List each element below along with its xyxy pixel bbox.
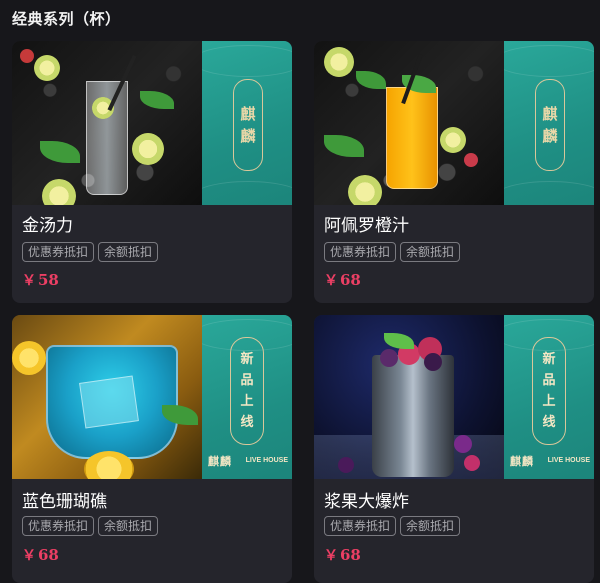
tag-coupon: 优惠券抵扣 xyxy=(22,242,95,262)
product-card-gin-tonic[interactable]: 麒 麟 金汤力 优惠券抵扣 余额抵扣 ￥ 58 xyxy=(12,41,292,303)
product-price: ￥ 68 xyxy=(324,546,361,564)
brand-panel: 麒 麟 xyxy=(202,41,292,205)
product-price: ￥ 68 xyxy=(22,546,59,564)
product-tags: 优惠券抵扣 余额抵扣 xyxy=(324,242,461,262)
brand-logo: 麒 麟 xyxy=(233,79,263,171)
product-name: 金汤力 xyxy=(22,216,73,236)
product-photo xyxy=(12,315,202,479)
brand-panel: 新 品 上 线 麒麟 LIVE HOUSE xyxy=(504,315,594,479)
new-arrival-badge: 新 品 上 线 xyxy=(230,337,264,445)
brand-logo: 麒麟 LIVE HOUSE xyxy=(208,455,288,468)
product-price: ￥ 58 xyxy=(22,271,59,289)
tag-balance: 余额抵扣 xyxy=(400,242,461,262)
product-name: 浆果大爆炸 xyxy=(324,492,409,512)
brand-panel: 新 品 上 线 麒麟 LIVE HOUSE xyxy=(202,315,292,479)
product-card-blue-reef[interactable]: 新 品 上 线 麒麟 LIVE HOUSE 蓝色珊瑚礁 优惠券抵扣 余额抵扣 ￥… xyxy=(12,315,292,583)
tag-balance: 余额抵扣 xyxy=(400,516,461,536)
product-name: 蓝色珊瑚礁 xyxy=(22,492,107,512)
product-name: 阿佩罗橙汁 xyxy=(324,216,409,236)
product-card-aperol-orange[interactable]: 麒 麟 阿佩罗橙汁 优惠券抵扣 余额抵扣 ￥ 68 xyxy=(314,41,594,303)
new-arrival-badge: 新 品 上 线 xyxy=(532,337,566,445)
product-tags: 优惠券抵扣 余额抵扣 xyxy=(22,516,159,536)
tag-coupon: 优惠券抵扣 xyxy=(22,516,95,536)
section-title: 经典系列（杯） xyxy=(12,10,121,28)
brand-logo: 麒麟 LIVE HOUSE xyxy=(510,455,590,468)
product-photo xyxy=(314,41,504,205)
brand-panel: 麒 麟 xyxy=(504,41,594,205)
product-photo xyxy=(12,41,202,205)
product-price: ￥ 68 xyxy=(324,271,361,289)
product-tags: 优惠券抵扣 余额抵扣 xyxy=(22,242,159,262)
brand-logo: 麒 麟 xyxy=(535,79,565,171)
product-card-berry-blast[interactable]: 新 品 上 线 麒麟 LIVE HOUSE 浆果大爆炸 优惠券抵扣 余额抵扣 ￥… xyxy=(314,315,594,583)
tag-coupon: 优惠券抵扣 xyxy=(324,242,397,262)
product-tags: 优惠券抵扣 余额抵扣 xyxy=(324,516,461,536)
tag-coupon: 优惠券抵扣 xyxy=(324,516,397,536)
product-photo xyxy=(314,315,504,479)
tag-balance: 余额抵扣 xyxy=(98,242,159,262)
product-grid: 麒 麟 金汤力 优惠券抵扣 余额抵扣 ￥ 58 麒 麟 阿佩罗橙汁 优惠券抵扣 … xyxy=(12,41,594,583)
tag-balance: 余额抵扣 xyxy=(98,516,159,536)
